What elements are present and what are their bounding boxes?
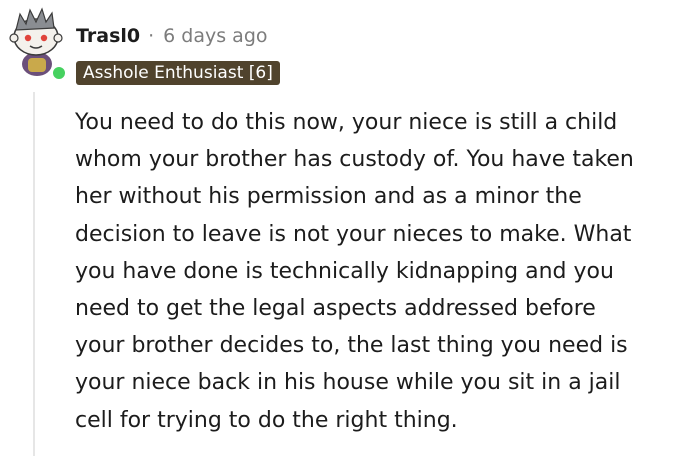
meta-separator: · [148, 25, 155, 47]
user-avatar[interactable] [6, 4, 68, 82]
online-status-icon [50, 64, 68, 82]
comment-timestamp[interactable]: 6 days ago [163, 25, 267, 47]
comment-body-line: your brother decides to, the last thing … [75, 333, 628, 359]
comment-body-line: whom your brother has custody of. You ha… [75, 147, 634, 173]
comment-body-line: your niece back in his house while you s… [75, 370, 621, 396]
user-flair: Asshole Enthusiast [6] [76, 61, 280, 85]
comment-body: You need to do this now, your niece is s… [75, 104, 695, 439]
username-link[interactable]: Trasl0 [76, 25, 140, 47]
comment-body-line: cell for trying to do the right thing. [75, 407, 458, 433]
comment-body-line: decision to leave is not your nieces to … [75, 221, 632, 247]
comment-body-line: her without his permission and as a mino… [75, 184, 582, 210]
comment-body-line: you have done is technically kidnapping … [75, 258, 614, 284]
thread-line[interactable] [33, 92, 35, 456]
comment-body-line: You need to do this now, your niece is s… [75, 110, 618, 135]
comment-header: Trasl0 · 6 days ago [76, 22, 268, 50]
comment-body-line: need to get the legal aspects addressed … [75, 296, 596, 322]
